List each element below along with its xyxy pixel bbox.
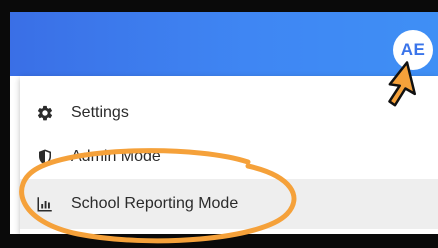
app-window: AE Settings Admin Mode School Reporting … [10, 12, 438, 234]
menu-item-school-reporting-mode[interactable]: School Reporting Mode [20, 179, 438, 229]
screenshot-frame: AE Settings Admin Mode School Reporting … [0, 0, 438, 248]
bar-chart-icon [36, 195, 54, 213]
gear-icon [36, 104, 54, 122]
menu-item-label: School Reporting Mode [71, 195, 239, 212]
user-dropdown-menu: Settings Admin Mode School Reporting Mod… [20, 76, 438, 234]
top-app-bar: AE [10, 12, 438, 76]
menu-item-settings[interactable]: Settings [20, 92, 438, 134]
menu-item-label: Admin Mode [71, 148, 161, 165]
avatar-initials: AE [400, 40, 426, 59]
menu-item-label: Settings [71, 104, 129, 121]
user-avatar[interactable]: AE [393, 30, 433, 70]
shield-icon [36, 148, 54, 166]
menu-item-admin-mode[interactable]: Admin Mode [20, 136, 438, 178]
